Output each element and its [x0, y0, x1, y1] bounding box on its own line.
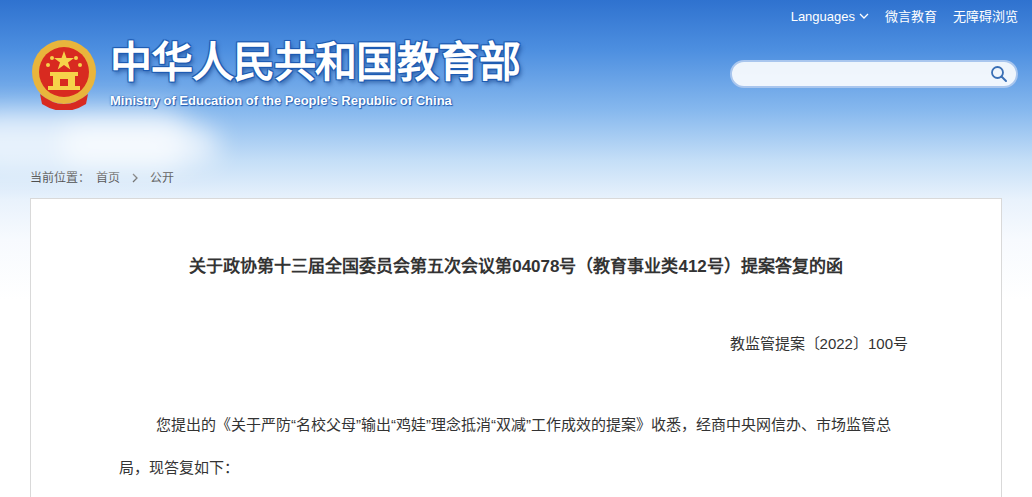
- top-link[interactable]: 微言教育: [885, 7, 937, 27]
- emblem-icon[interactable]: [30, 38, 98, 110]
- breadcrumb-separator: [132, 173, 138, 183]
- site-subtitle: Ministry of Education of the People's Re…: [110, 93, 520, 109]
- article-body: 您提出的《关于严防“名校父母”输出“鸡娃”理念抵消“双减”工作成效的提案》收悉，…: [119, 403, 908, 489]
- site-title[interactable]: 中华人民共和国教育部: [110, 39, 520, 87]
- top-link[interactable]: Languages: [791, 7, 869, 27]
- top-link-label[interactable]: 无障碍浏览: [953, 7, 1018, 27]
- search-icon[interactable]: [990, 65, 1008, 83]
- doc-number: 教监管提案〔2022〕100号: [119, 333, 908, 355]
- site-title-block: 中华人民共和国教育部 Ministry of Education of the …: [110, 39, 520, 109]
- dropdown-chevron-icon: [859, 13, 869, 20]
- chevron-right-icon: [132, 173, 138, 183]
- top-link-label[interactable]: 微言教育: [885, 7, 937, 27]
- content-box: 关于政协第十三届全国委员会第五次会议第04078号（教育事业类412号）提案答复…: [30, 198, 1002, 497]
- top-link[interactable]: 无障碍浏览: [953, 7, 1018, 27]
- top-link-label[interactable]: Languages: [791, 7, 855, 27]
- search-box[interactable]: [730, 60, 1018, 88]
- header-main: 中华人民共和国教育部 Ministry of Education of the …: [0, 38, 1032, 110]
- search-input[interactable]: [732, 64, 990, 84]
- article-title: 关于政协第十三届全国委员会第五次会议第04078号（教育事业类412号）提案答复…: [31, 255, 1001, 279]
- top-links: Languages 微言教育无障碍浏览: [0, 0, 1032, 28]
- cloud-decoration: [60, 125, 220, 165]
- breadcrumb-item[interactable]: 首页: [96, 169, 120, 187]
- article-paragraph: 您提出的《关于严防“名校父母”输出“鸡娃”理念抵消“双减”工作成效的提案》收悉，…: [119, 403, 908, 489]
- site-header: Languages 微言教育无障碍浏览 中华人民共和国教育部 Ministry o…: [0, 0, 1032, 160]
- breadcrumb-label: 当前位置：: [30, 169, 90, 187]
- breadcrumb-item[interactable]: 公开: [150, 169, 174, 187]
